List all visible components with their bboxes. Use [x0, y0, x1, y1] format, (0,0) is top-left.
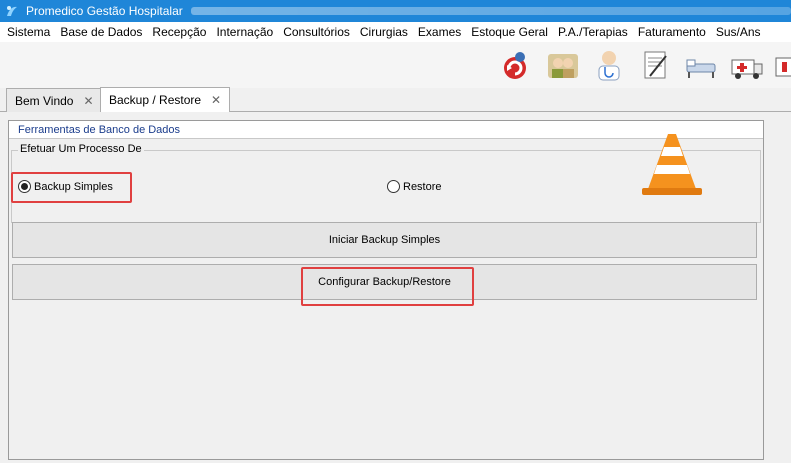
button-label: Iniciar Backup Simples — [328, 234, 441, 246]
ambulance-icon[interactable] — [730, 48, 764, 82]
highlight-box-backup-radio — [11, 172, 132, 203]
tab-label: Bem Vindo — [15, 93, 74, 108]
menu-recepcao[interactable]: Recepção — [147, 25, 211, 39]
doctor-icon[interactable] — [592, 48, 626, 82]
menu-sus-ans[interactable]: Sus/Ans — [711, 25, 766, 39]
radio-unchecked-icon — [387, 180, 400, 193]
start-backup-button[interactable]: Iniciar Backup Simples — [12, 222, 757, 258]
close-icon[interactable]: ✕ — [83, 94, 93, 108]
highlight-box-configure-button — [301, 267, 474, 306]
document-edit-icon[interactable] — [638, 48, 672, 82]
patients-icon[interactable] — [774, 48, 791, 82]
title-details-blurred — [190, 7, 791, 15]
refresh-icon[interactable] — [498, 48, 532, 82]
menu-cirurgias[interactable]: Cirurgias — [355, 25, 413, 39]
menu-pa-terapias[interactable]: P.A./Terapias — [553, 25, 633, 39]
menu-sistema[interactable]: Sistema — [2, 25, 55, 39]
toolbar — [0, 42, 791, 88]
title-bar: Promedico Gestão Hospitalar — [0, 0, 791, 22]
tab-label: Backup / Restore — [109, 93, 202, 107]
hospital-bed-icon[interactable] — [684, 48, 718, 82]
group-title: Efetuar Um Processo De — [18, 143, 144, 155]
menu-faturamento[interactable]: Faturamento — [633, 25, 711, 39]
app-logo-icon — [7, 6, 17, 16]
menu-bar: Sistema Base de Dados Recepção Internaçã… — [0, 22, 791, 42]
radio-label: Restore — [403, 180, 442, 193]
tab-strip: Bem Vindo ✕ Backup / Restore ✕ — [0, 86, 791, 112]
menu-base-de-dados[interactable]: Base de Dados — [55, 25, 147, 39]
menu-estoque-geral[interactable]: Estoque Geral — [466, 25, 553, 39]
menu-consultorios[interactable]: Consultórios — [278, 25, 355, 39]
menu-exames[interactable]: Exames — [413, 25, 466, 39]
close-icon[interactable]: ✕ — [211, 93, 221, 107]
tab-bem-vindo[interactable]: Bem Vindo ✕ — [6, 88, 103, 112]
users-icon[interactable] — [546, 48, 580, 82]
window-title: Promedico Gestão Hospitalar — [26, 4, 183, 18]
tab-backup-restore[interactable]: Backup / Restore ✕ — [100, 87, 231, 112]
traffic-cone-icon — [642, 134, 702, 195]
menu-internacao[interactable]: Internação — [211, 25, 278, 39]
restore-radio[interactable]: Restore — [387, 180, 442, 193]
